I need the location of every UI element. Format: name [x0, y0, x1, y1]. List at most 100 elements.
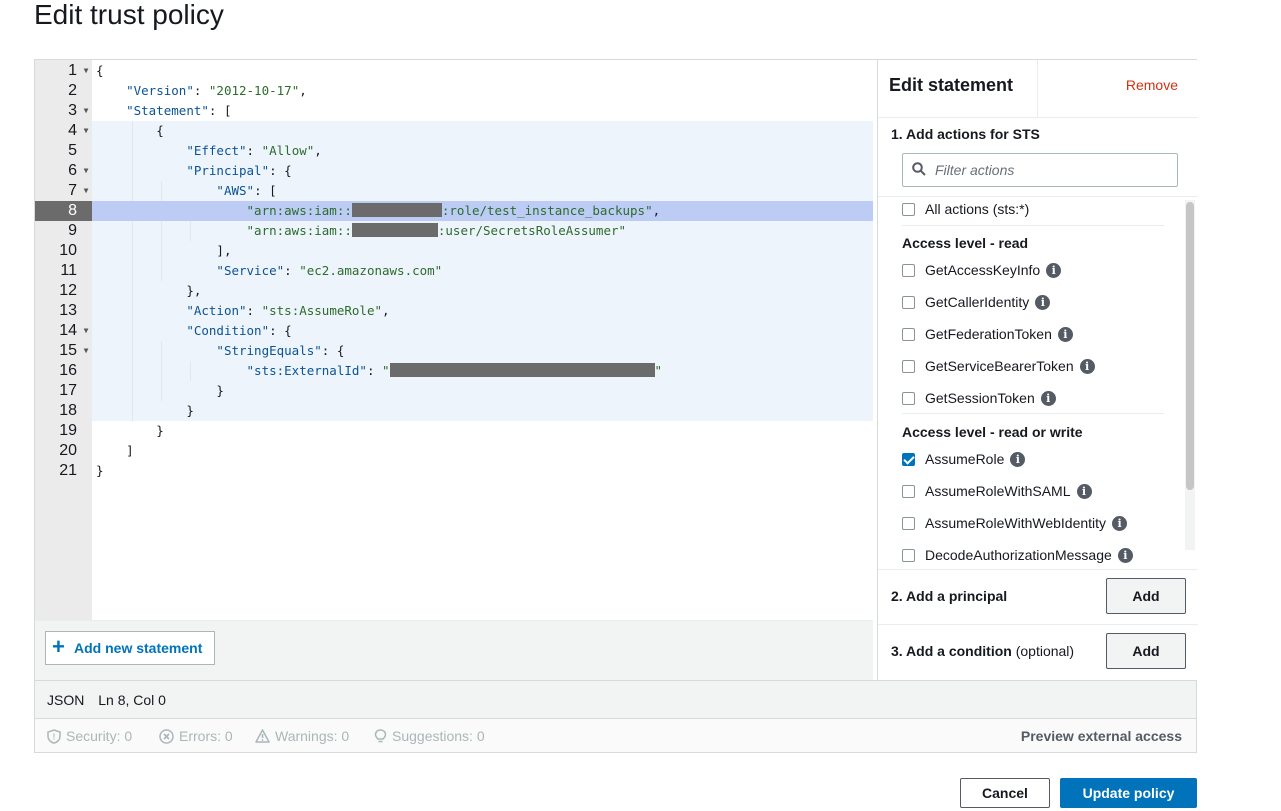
action-item[interactable]: AssumeRoleWithSAML i [902, 480, 1092, 502]
code-text: "Principal": { [186, 163, 292, 178]
line-number: 10 [59, 242, 77, 259]
code-line[interactable]: 13 "Action": "sts:AssumeRole", [35, 301, 873, 321]
code-text: "arn:aws:iam:::user/SecretsRoleAssumer" [246, 223, 627, 238]
info-icon[interactable]: i [1076, 483, 1092, 499]
fold-chevron-icon[interactable]: ▼ [81, 61, 91, 81]
line-number: 12 [59, 282, 77, 299]
line-number: 8 [35, 201, 92, 221]
code-line[interactable]: 6 ▼ "Principal": { [35, 161, 873, 181]
action-item[interactable]: GetAccessKeyInfo i [902, 259, 1062, 281]
code-line[interactable]: 8 "arn:aws:iam:::role/test_instance_back… [35, 201, 873, 221]
checkbox[interactable] [902, 202, 915, 216]
checkbox[interactable] [902, 484, 915, 498]
action-all[interactable]: All actions (sts:*) [902, 198, 1029, 220]
code-text: } [96, 463, 104, 478]
checkbox[interactable] [902, 548, 915, 562]
checkbox[interactable] [902, 516, 915, 530]
redacted-value [351, 223, 438, 237]
code-text: "Condition": { [186, 323, 292, 338]
code-text: "AWS": [ [216, 183, 277, 198]
add-condition-button[interactable]: Add [1106, 633, 1186, 669]
action-item[interactable]: GetSessionToken i [902, 387, 1056, 409]
checkbox[interactable] [902, 263, 915, 277]
info-icon[interactable]: i [1079, 358, 1095, 374]
code-line[interactable]: 11 "Service": "ec2.amazonaws.com" [35, 261, 873, 281]
line-number: 17 [59, 382, 77, 399]
fold-chevron-icon[interactable]: ▼ [81, 101, 91, 121]
code-text: ], [216, 243, 232, 258]
action-item[interactable]: DecodeAuthorizationMessage i [902, 544, 1133, 566]
line-number: 2 [68, 82, 77, 99]
code-line[interactable]: 17 } [35, 381, 873, 401]
preview-external-access-link[interactable]: Preview external access [1021, 719, 1182, 753]
fold-chevron-icon[interactable]: ▼ [81, 181, 91, 201]
line-number: 11 [60, 262, 77, 279]
access-level-read-write-heading: Access level - read or write [902, 424, 1083, 440]
info-icon[interactable]: i [1035, 294, 1051, 310]
checkbox[interactable] [902, 391, 915, 405]
tab-edit-statement[interactable]: Edit statement [878, 60, 1038, 118]
add-statement-bar: + Add new statement [35, 620, 873, 680]
code-line[interactable]: 12 }, [35, 281, 873, 301]
code-line[interactable]: 19 } [35, 421, 873, 441]
cancel-button[interactable]: Cancel [960, 778, 1050, 808]
filter-actions-field[interactable] [902, 153, 1178, 187]
line-number: 19 [59, 422, 77, 439]
checkbox[interactable] [902, 452, 915, 466]
code-line[interactable]: 3 ▼ "Statement": [ [35, 101, 873, 121]
filter-actions-input[interactable] [935, 154, 1171, 186]
access-level-read-heading: Access level - read [902, 235, 1029, 251]
actions-scrollbar[interactable] [1185, 200, 1195, 550]
code-line[interactable]: 21} [35, 461, 873, 481]
code-line[interactable]: 18 } [35, 401, 873, 421]
info-icon[interactable]: i [1117, 547, 1133, 563]
suggestions-count[interactable]: Suggestions: 0 [374, 719, 485, 753]
line-number: 18 [59, 402, 77, 419]
code-line[interactable]: 9 "arn:aws:iam:::user/SecretsRoleAssumer… [35, 221, 873, 241]
info-icon[interactable]: i [1010, 451, 1026, 467]
code-line[interactable]: 4 ▼ { [35, 121, 873, 141]
fold-chevron-icon[interactable]: ▼ [81, 121, 91, 141]
checkbox[interactable] [902, 359, 915, 373]
scrollbar-thumb[interactable] [1186, 202, 1194, 490]
warnings-count[interactable]: Warnings: 0 [255, 719, 349, 753]
action-item[interactable]: AssumeRole i [902, 448, 1026, 470]
json-code-editor[interactable]: 1 ▼{2 "Version": "2012-10-17", 3 ▼ "Stateme… [35, 60, 873, 620]
code-text: "arn:aws:iam:::role/test_instance_backup… [92, 201, 873, 221]
info-icon[interactable]: i [1040, 390, 1056, 406]
remove-statement-link[interactable]: Remove [1126, 77, 1178, 93]
code-text: } [156, 423, 164, 438]
action-item[interactable]: GetServiceBearerToken i [902, 355, 1095, 377]
errors-count[interactable]: Errors: 0 [159, 719, 233, 753]
code-line[interactable]: 14 ▼ "Condition": { [35, 321, 873, 341]
code-line[interactable]: 20 ] [35, 441, 873, 461]
action-item[interactable]: GetFederationToken i [902, 323, 1073, 345]
code-line[interactable]: 16 "sts:ExternalId": " " [35, 361, 873, 381]
code-line[interactable]: 1 ▼{ [35, 61, 873, 81]
code-text: "Service": "ec2.amazonaws.com" [216, 263, 443, 278]
code-line[interactable]: 15 ▼ "StringEquals": { [35, 341, 873, 361]
code-line[interactable]: 5 "Effect": "Allow", [35, 141, 873, 161]
checkbox[interactable] [902, 295, 915, 309]
info-icon[interactable]: i [1112, 515, 1128, 531]
info-icon[interactable]: i [1046, 262, 1062, 278]
update-policy-button[interactable]: Update policy [1060, 778, 1197, 808]
info-icon[interactable]: i [1057, 326, 1073, 342]
code-line[interactable]: 10 ], [35, 241, 873, 261]
add-new-statement-button[interactable]: + Add new statement [45, 631, 216, 665]
fold-chevron-icon[interactable]: ▼ [81, 321, 91, 341]
security-count[interactable]: ! Security: 0 [47, 719, 132, 753]
action-item[interactable]: AssumeRoleWithWebIdentity i [902, 512, 1128, 534]
code-line[interactable]: 2 "Version": "2012-10-17", [35, 81, 873, 101]
line-number: 13 [59, 302, 77, 319]
fold-chevron-icon[interactable]: ▼ [81, 161, 91, 181]
code-text: ] [126, 443, 134, 458]
actions-list[interactable]: All actions (sts:*) Access level - read … [878, 196, 1198, 570]
checkbox[interactable] [902, 327, 915, 341]
action-item[interactable]: GetCallerIdentity i [902, 291, 1051, 313]
fold-chevron-icon[interactable]: ▼ [81, 341, 91, 361]
code-text: "Statement": [ [126, 103, 232, 118]
code-line[interactable]: 7 ▼ "AWS": [ [35, 181, 873, 201]
lightbulb-icon [374, 728, 387, 742]
add-principal-button[interactable]: Add [1106, 578, 1186, 614]
